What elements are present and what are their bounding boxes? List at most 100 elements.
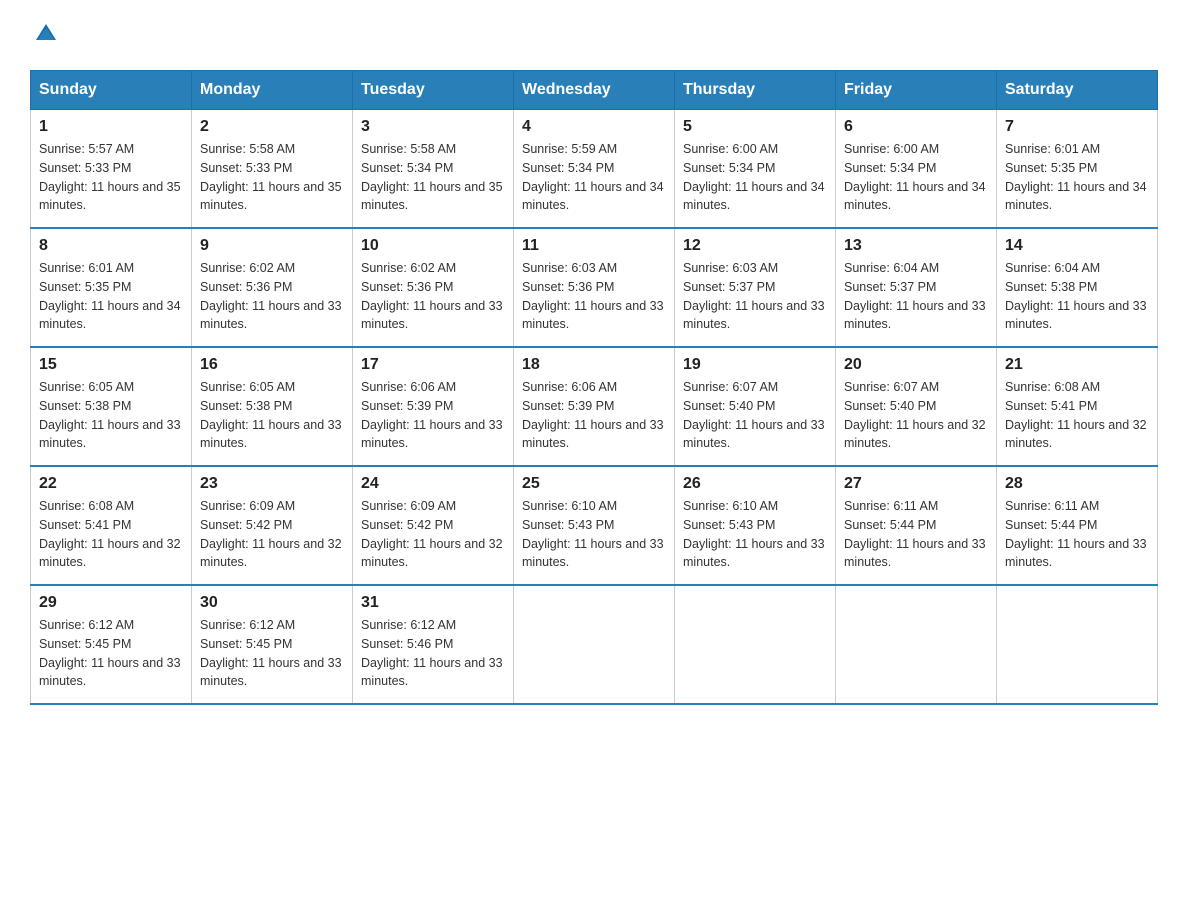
day-number: 2 bbox=[200, 118, 344, 136]
week-row-2: 8Sunrise: 6:01 AMSunset: 5:35 PMDaylight… bbox=[31, 228, 1158, 347]
day-cell: 25 Sunrise: 6:10 AMSunset: 5:43 PMDayligh… bbox=[514, 466, 675, 585]
week-row-5: 29 Sunrise: 6:12 AMSunset: 5:45 PMDayligh… bbox=[31, 585, 1158, 704]
day-number: 21 bbox=[1005, 356, 1149, 374]
day-number: 24 bbox=[361, 475, 505, 493]
logo-icon bbox=[32, 20, 60, 48]
day-cell: 11 Sunrise: 6:03 AMSunset: 5:36 PMDayligh… bbox=[514, 228, 675, 347]
day-cell: 28Sunrise: 6:11 AMSunset: 5:44 PMDayligh… bbox=[997, 466, 1158, 585]
day-cell: 21 Sunrise: 6:08 AMSunset: 5:41 PMDayligh… bbox=[997, 347, 1158, 466]
day-info: Sunrise: 6:04 AMSunset: 5:37 PMDaylight:… bbox=[844, 259, 988, 334]
day-number: 5 bbox=[683, 118, 827, 136]
week-row-1: 1Sunrise: 5:57 AMSunset: 5:33 PMDaylight… bbox=[31, 110, 1158, 229]
day-info: Sunrise: 6:03 AMSunset: 5:36 PMDaylight:… bbox=[522, 259, 666, 334]
day-number: 10 bbox=[361, 237, 505, 255]
day-info: Sunrise: 6:11 AMSunset: 5:44 PMDaylight:… bbox=[844, 497, 988, 572]
day-cell: 13 Sunrise: 6:04 AMSunset: 5:37 PMDayligh… bbox=[836, 228, 997, 347]
day-info: Sunrise: 6:01 AMSunset: 5:35 PMDaylight:… bbox=[1005, 140, 1149, 215]
week-row-3: 15Sunrise: 6:05 AMSunset: 5:38 PMDayligh… bbox=[31, 347, 1158, 466]
day-cell: 14 Sunrise: 6:04 AMSunset: 5:38 PMDayligh… bbox=[997, 228, 1158, 347]
day-cell: 16 Sunrise: 6:05 AMSunset: 5:38 PMDayligh… bbox=[192, 347, 353, 466]
day-cell: 17 Sunrise: 6:06 AMSunset: 5:39 PMDayligh… bbox=[353, 347, 514, 466]
column-header-tuesday: Tuesday bbox=[353, 71, 514, 110]
logo-text bbox=[30, 20, 60, 54]
day-number: 18 bbox=[522, 356, 666, 374]
day-info: Sunrise: 6:09 AMSunset: 5:42 PMDaylight:… bbox=[361, 497, 505, 572]
day-number: 28 bbox=[1005, 475, 1149, 493]
day-cell: 26Sunrise: 6:10 AMSunset: 5:43 PMDayligh… bbox=[675, 466, 836, 585]
day-cell: 7 Sunrise: 6:01 AMSunset: 5:35 PMDaylight… bbox=[997, 110, 1158, 229]
day-number: 22 bbox=[39, 475, 183, 493]
day-info: Sunrise: 6:05 AMSunset: 5:38 PMDaylight:… bbox=[200, 378, 344, 453]
day-number: 1 bbox=[39, 118, 183, 136]
day-info: Sunrise: 5:59 AMSunset: 5:34 PMDaylight:… bbox=[522, 140, 666, 215]
day-cell: 29 Sunrise: 6:12 AMSunset: 5:45 PMDayligh… bbox=[31, 585, 192, 704]
day-number: 8 bbox=[39, 237, 183, 255]
page-header bbox=[30, 20, 1158, 54]
day-cell: 4Sunrise: 5:59 AMSunset: 5:34 PMDaylight… bbox=[514, 110, 675, 229]
day-info: Sunrise: 6:09 AMSunset: 5:42 PMDaylight:… bbox=[200, 497, 344, 572]
day-cell: 30 Sunrise: 6:12 AMSunset: 5:45 PMDayligh… bbox=[192, 585, 353, 704]
day-number: 20 bbox=[844, 356, 988, 374]
day-cell: 9 Sunrise: 6:02 AMSunset: 5:36 PMDaylight… bbox=[192, 228, 353, 347]
day-info: Sunrise: 6:12 AMSunset: 5:45 PMDaylight:… bbox=[39, 616, 183, 691]
day-number: 27 bbox=[844, 475, 988, 493]
day-number: 7 bbox=[1005, 118, 1149, 136]
calendar-table: SundayMondayTuesdayWednesdayThursdayFrid… bbox=[30, 70, 1158, 705]
day-info: Sunrise: 6:08 AMSunset: 5:41 PMDaylight:… bbox=[39, 497, 183, 572]
day-cell: 19Sunrise: 6:07 AMSunset: 5:40 PMDayligh… bbox=[675, 347, 836, 466]
day-number: 25 bbox=[522, 475, 666, 493]
day-info: Sunrise: 6:00 AMSunset: 5:34 PMDaylight:… bbox=[844, 140, 988, 215]
column-header-thursday: Thursday bbox=[675, 71, 836, 110]
day-info: Sunrise: 6:07 AMSunset: 5:40 PMDaylight:… bbox=[844, 378, 988, 453]
day-number: 16 bbox=[200, 356, 344, 374]
calendar-header-row: SundayMondayTuesdayWednesdayThursdayFrid… bbox=[31, 71, 1158, 110]
week-row-4: 22 Sunrise: 6:08 AMSunset: 5:41 PMDayligh… bbox=[31, 466, 1158, 585]
day-number: 6 bbox=[844, 118, 988, 136]
day-info: Sunrise: 6:05 AMSunset: 5:38 PMDaylight:… bbox=[39, 378, 183, 453]
day-info: Sunrise: 6:08 AMSunset: 5:41 PMDaylight:… bbox=[1005, 378, 1149, 453]
day-cell: 27 Sunrise: 6:11 AMSunset: 5:44 PMDayligh… bbox=[836, 466, 997, 585]
day-info: Sunrise: 5:58 AMSunset: 5:34 PMDaylight:… bbox=[361, 140, 505, 215]
day-cell: 12 Sunrise: 6:03 AMSunset: 5:37 PMDayligh… bbox=[675, 228, 836, 347]
day-info: Sunrise: 6:12 AMSunset: 5:45 PMDaylight:… bbox=[200, 616, 344, 691]
day-info: Sunrise: 5:58 AMSunset: 5:33 PMDaylight:… bbox=[200, 140, 344, 215]
logo bbox=[30, 20, 60, 54]
day-cell: 31Sunrise: 6:12 AMSunset: 5:46 PMDayligh… bbox=[353, 585, 514, 704]
day-cell bbox=[675, 585, 836, 704]
day-cell: 3Sunrise: 5:58 AMSunset: 5:34 PMDaylight… bbox=[353, 110, 514, 229]
day-number: 19 bbox=[683, 356, 827, 374]
day-info: Sunrise: 6:06 AMSunset: 5:39 PMDaylight:… bbox=[361, 378, 505, 453]
column-header-monday: Monday bbox=[192, 71, 353, 110]
day-cell: 8Sunrise: 6:01 AMSunset: 5:35 PMDaylight… bbox=[31, 228, 192, 347]
day-cell: 6 Sunrise: 6:00 AMSunset: 5:34 PMDaylight… bbox=[836, 110, 997, 229]
day-info: Sunrise: 6:03 AMSunset: 5:37 PMDaylight:… bbox=[683, 259, 827, 334]
day-cell: 15Sunrise: 6:05 AMSunset: 5:38 PMDayligh… bbox=[31, 347, 192, 466]
day-info: Sunrise: 6:02 AMSunset: 5:36 PMDaylight:… bbox=[361, 259, 505, 334]
day-number: 11 bbox=[522, 237, 666, 255]
day-number: 9 bbox=[200, 237, 344, 255]
column-header-friday: Friday bbox=[836, 71, 997, 110]
column-header-wednesday: Wednesday bbox=[514, 71, 675, 110]
day-info: Sunrise: 6:04 AMSunset: 5:38 PMDaylight:… bbox=[1005, 259, 1149, 334]
day-number: 13 bbox=[844, 237, 988, 255]
day-info: Sunrise: 6:10 AMSunset: 5:43 PMDaylight:… bbox=[522, 497, 666, 572]
day-cell bbox=[997, 585, 1158, 704]
day-cell: 5 Sunrise: 6:00 AMSunset: 5:34 PMDaylight… bbox=[675, 110, 836, 229]
day-info: Sunrise: 6:00 AMSunset: 5:34 PMDaylight:… bbox=[683, 140, 827, 215]
day-number: 29 bbox=[39, 594, 183, 612]
day-number: 30 bbox=[200, 594, 344, 612]
day-number: 26 bbox=[683, 475, 827, 493]
day-number: 23 bbox=[200, 475, 344, 493]
day-cell: 10 Sunrise: 6:02 AMSunset: 5:36 PMDayligh… bbox=[353, 228, 514, 347]
day-cell: 23 Sunrise: 6:09 AMSunset: 5:42 PMDayligh… bbox=[192, 466, 353, 585]
day-number: 31 bbox=[361, 594, 505, 612]
day-number: 12 bbox=[683, 237, 827, 255]
day-info: Sunrise: 6:06 AMSunset: 5:39 PMDaylight:… bbox=[522, 378, 666, 453]
day-cell: 2 Sunrise: 5:58 AMSunset: 5:33 PMDaylight… bbox=[192, 110, 353, 229]
day-cell bbox=[836, 585, 997, 704]
day-info: Sunrise: 6:02 AMSunset: 5:36 PMDaylight:… bbox=[200, 259, 344, 334]
day-cell: 24 Sunrise: 6:09 AMSunset: 5:42 PMDayligh… bbox=[353, 466, 514, 585]
day-number: 17 bbox=[361, 356, 505, 374]
day-cell: 18 Sunrise: 6:06 AMSunset: 5:39 PMDayligh… bbox=[514, 347, 675, 466]
day-number: 14 bbox=[1005, 237, 1149, 255]
